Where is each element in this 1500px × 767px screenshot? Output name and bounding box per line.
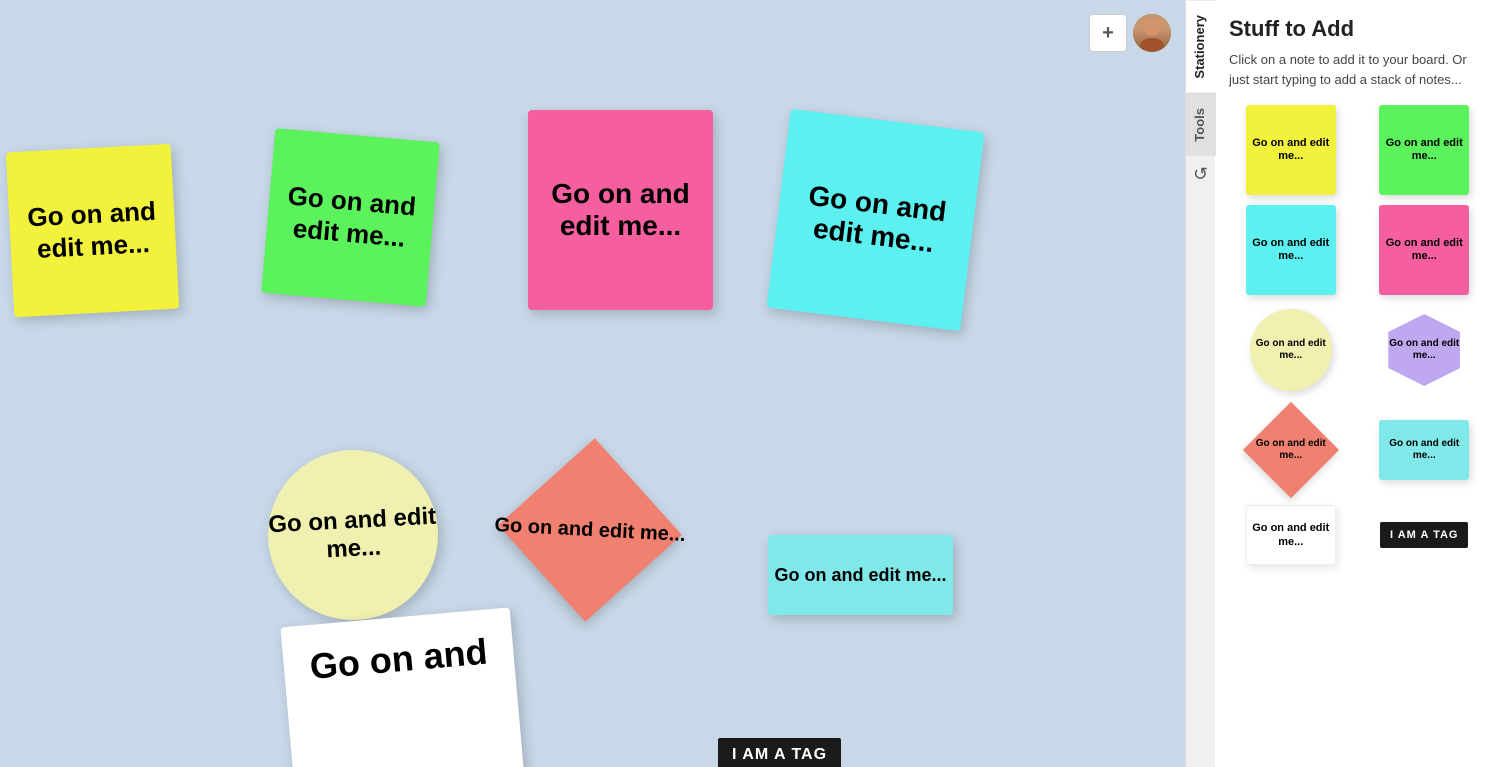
- stationery-grid-4: Go on and edit me... Go on and edit me..…: [1229, 405, 1486, 495]
- toolbar: +: [1089, 14, 1171, 52]
- note-text: Go on and edit me...: [775, 176, 976, 263]
- note-text: Go on and edit me...: [774, 565, 946, 586]
- note-text: Go on and: [308, 630, 489, 689]
- stat-tag-text: I AM A TAG: [1390, 529, 1458, 541]
- sticky-note-circle[interactable]: Go on and edit me...: [264, 446, 443, 625]
- stat-note-text: Go on and edit me...: [1246, 137, 1336, 163]
- stationery-diamond[interactable]: Go on and edit me...: [1229, 405, 1353, 495]
- stat-note-green[interactable]: Go on and edit me...: [1379, 105, 1469, 195]
- undo-button[interactable]: ↺: [1186, 159, 1216, 189]
- stat-note-pink[interactable]: Go on and edit me...: [1379, 205, 1469, 295]
- stationery-small-rect[interactable]: Go on and edit me...: [1363, 405, 1487, 495]
- stationery-grid-2: Go on and edit me... Go on and edit me..…: [1229, 205, 1486, 295]
- stat-note-hexagon[interactable]: Go on and edit me...: [1379, 305, 1469, 395]
- note-text: Go on and edit me...: [8, 195, 176, 266]
- sticky-note-diamond[interactable]: Go on and edit me...: [485, 425, 695, 635]
- stationery-section: Go on and edit me... Go on and edit me..…: [1229, 105, 1486, 565]
- tag-text: I AM A TAG: [732, 746, 827, 763]
- sticky-note-cyan[interactable]: Go on and edit me...: [767, 109, 985, 331]
- stat-note-text: Go on and edit me...: [1379, 438, 1469, 462]
- sidebar-subtitle: Click on a note to add it to your board.…: [1229, 50, 1486, 89]
- stat-note-text: Go on and edit me...: [1379, 338, 1469, 362]
- stationery-tag[interactable]: I AM A TAG: [1363, 522, 1487, 548]
- sticky-note-pink[interactable]: Go on and edit me...: [528, 110, 713, 310]
- note-text: Go on and edit me...: [528, 178, 713, 242]
- tag-note[interactable]: I AM A TAG: [718, 738, 841, 767]
- avatar[interactable]: [1133, 14, 1171, 52]
- note-text: Go on and edit me...: [267, 503, 440, 568]
- sticky-note-rect[interactable]: Go on and edit me...: [768, 535, 953, 615]
- stationery-green[interactable]: Go on and edit me...: [1363, 105, 1487, 195]
- sidebar: Stationery Tools ↺ Stuff to Add Click on…: [1185, 0, 1500, 767]
- stat-note-diamond[interactable]: Go on and edit me...: [1246, 405, 1336, 495]
- stat-note-circle[interactable]: Go on and edit me...: [1250, 309, 1332, 391]
- note-text: Go on and edit me...: [266, 179, 436, 256]
- stat-note-text: Go on and edit me...: [1246, 438, 1336, 462]
- tab-tools[interactable]: Tools: [1186, 93, 1216, 156]
- stationery-grid-1: Go on and edit me... Go on and edit me..…: [1229, 105, 1486, 195]
- stationery-white-note[interactable]: Go on and edit me...: [1229, 505, 1353, 565]
- stationery-pink[interactable]: Go on and edit me...: [1363, 205, 1487, 295]
- stat-note-text: Go on and edit me...: [1379, 137, 1469, 163]
- stationery-grid-3: Go on and edit me... Go on and edit me..…: [1229, 305, 1486, 395]
- stat-tag[interactable]: I AM A TAG: [1380, 522, 1468, 548]
- stat-note-text: Go on and edit me...: [1247, 521, 1335, 550]
- sticky-note-partial[interactable]: Go on and: [280, 607, 529, 767]
- stat-note-text: Go on and edit me...: [1379, 237, 1469, 263]
- stationery-hexagon[interactable]: Go on and edit me...: [1363, 305, 1487, 395]
- stat-note-white[interactable]: Go on and edit me...: [1246, 505, 1336, 565]
- canvas: + Go on and edit me... Go on and edit me…: [0, 0, 1185, 767]
- stat-note-text: Go on and edit me...: [1246, 237, 1336, 263]
- stationery-yellow[interactable]: Go on and edit me...: [1229, 105, 1353, 195]
- stationery-grid-5: Go on and edit me... I AM A TAG: [1229, 505, 1486, 565]
- stat-note-yellow[interactable]: Go on and edit me...: [1246, 105, 1336, 195]
- stat-note-cyan[interactable]: Go on and edit me...: [1246, 205, 1336, 295]
- stat-note-text: Go on and edit me...: [1250, 338, 1332, 362]
- stationery-circle[interactable]: Go on and edit me...: [1229, 305, 1353, 395]
- sidebar-tab-strip: Stationery Tools ↺: [1185, 0, 1215, 767]
- tab-stationery[interactable]: Stationery: [1186, 0, 1216, 93]
- add-button[interactable]: +: [1089, 14, 1127, 52]
- sticky-note-yellow[interactable]: Go on and edit me...: [6, 144, 179, 317]
- sidebar-panel: Stuff to Add Click on a note to add it t…: [1215, 0, 1500, 767]
- stationery-cyan[interactable]: Go on and edit me...: [1229, 205, 1353, 295]
- sidebar-title: Stuff to Add: [1229, 16, 1486, 42]
- sticky-note-green[interactable]: Go on and edit me...: [261, 128, 440, 307]
- stat-note-small-rect[interactable]: Go on and edit me...: [1379, 420, 1469, 480]
